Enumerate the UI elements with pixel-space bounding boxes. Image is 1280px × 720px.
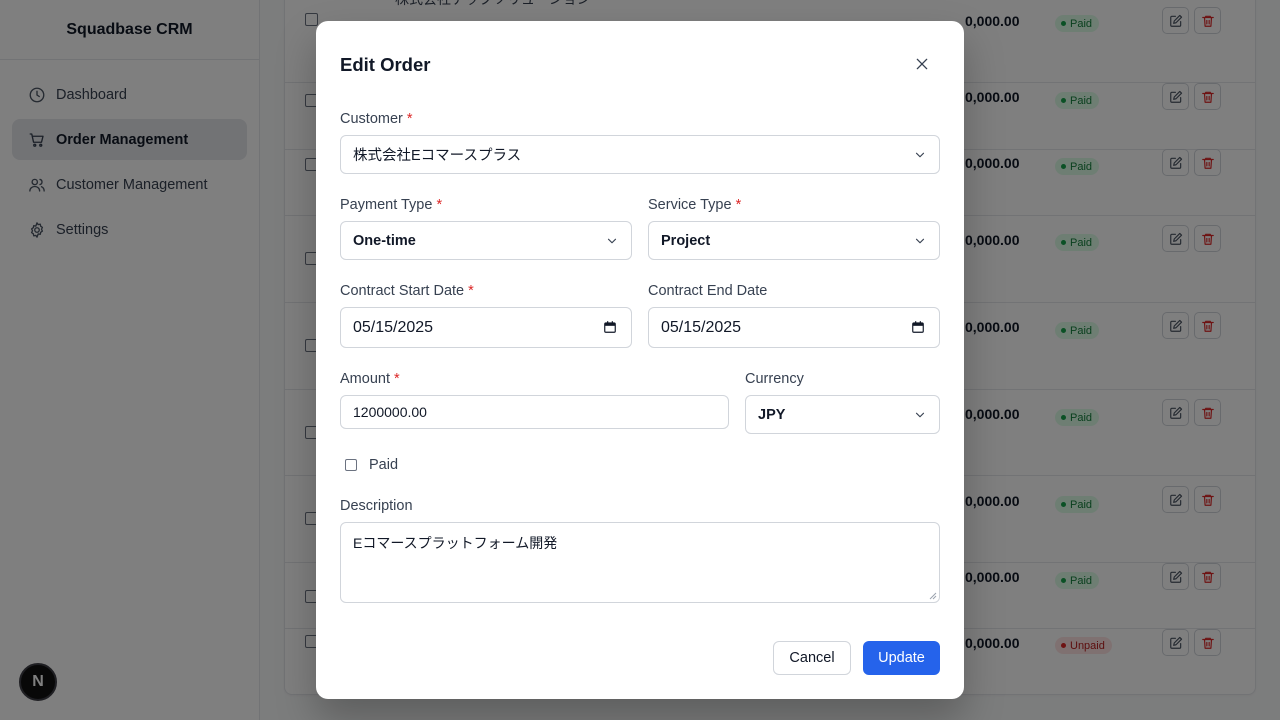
- contract-start-date-input[interactable]: 05/15/2025: [340, 307, 632, 348]
- customer-select[interactable]: 株式会社Eコマースプラス: [340, 135, 940, 174]
- customer-label: Customer *: [340, 111, 413, 127]
- contract-end-date-input[interactable]: 05/15/2025: [648, 307, 940, 348]
- modal-title: Edit Order: [340, 54, 431, 75]
- required-mark: *: [735, 197, 742, 213]
- amount-label-text: Amount: [340, 371, 390, 387]
- calendar-icon[interactable]: [603, 320, 619, 336]
- contract-start-value: 05/15/2025: [353, 318, 434, 336]
- description-label: Description: [340, 498, 413, 514]
- resize-handle-icon[interactable]: [929, 592, 937, 600]
- close-icon: [916, 58, 928, 70]
- customer-select-value: 株式会社Eコマースプラス: [353, 148, 522, 164]
- calendar-icon[interactable]: [911, 320, 927, 336]
- service-type-select[interactable]: Project: [648, 221, 940, 260]
- service-type-label-text: Service Type: [648, 197, 732, 213]
- chevron-down-icon: [913, 148, 927, 162]
- contract-start-label-text: Contract Start Date: [340, 283, 465, 299]
- close-button[interactable]: [911, 53, 933, 75]
- cancel-button[interactable]: Cancel: [773, 641, 851, 675]
- required-mark: *: [436, 197, 443, 213]
- payment-type-value: One-time: [353, 232, 416, 249]
- edit-order-modal: Edit Order Customer * 株式会社Eコマースプラス Paymen…: [316, 21, 964, 699]
- contract-end-value: 05/15/2025: [661, 318, 742, 336]
- amount-label: Amount *: [340, 371, 400, 387]
- contract-start-label: Contract Start Date *: [340, 283, 474, 299]
- chevron-down-icon: [913, 408, 927, 422]
- currency-select[interactable]: JPY: [745, 395, 940, 434]
- service-type-label: Service Type *: [648, 197, 741, 213]
- payment-type-label: Payment Type *: [340, 197, 442, 213]
- paid-label: Paid: [369, 457, 399, 473]
- currency-value: JPY: [758, 406, 786, 423]
- required-mark: *: [393, 371, 400, 387]
- update-button[interactable]: Update: [863, 641, 940, 675]
- payment-type-select[interactable]: One-time: [340, 221, 632, 260]
- paid-checkbox-row[interactable]: Paid: [345, 457, 398, 473]
- required-mark: *: [468, 283, 474, 299]
- payment-type-label-text: Payment Type: [340, 197, 433, 213]
- description-textarea[interactable]: Eコマースプラットフォーム開発: [340, 522, 940, 603]
- currency-label: Currency: [745, 371, 804, 387]
- required-mark: *: [406, 111, 413, 127]
- chevron-down-icon: [605, 234, 619, 248]
- amount-input[interactable]: 1200000.00: [340, 395, 729, 429]
- contract-end-label: Contract End Date: [648, 283, 768, 299]
- description-value: Eコマースプラットフォーム開発: [353, 535, 558, 551]
- customer-label-text: Customer: [340, 111, 403, 127]
- amount-value: 1200000.00: [353, 404, 427, 420]
- paid-checkbox[interactable]: [345, 459, 357, 471]
- chevron-down-icon: [913, 234, 927, 248]
- service-type-value: Project: [661, 232, 711, 249]
